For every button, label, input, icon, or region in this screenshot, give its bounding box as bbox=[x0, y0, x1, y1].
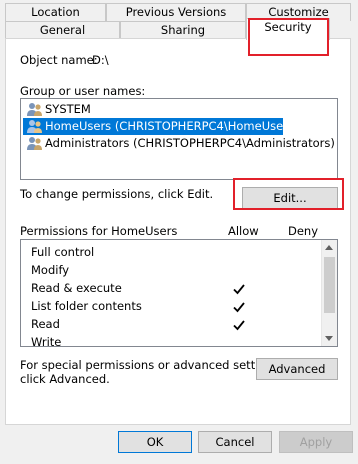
users-group-icon bbox=[27, 137, 42, 150]
list-item[interactable]: Administrators (CHRISTOPHERPC4\Administr… bbox=[23, 135, 335, 152]
tab-location[interactable]: Location bbox=[5, 3, 106, 21]
permission-row-write: Write bbox=[31, 335, 62, 347]
tab-sharing[interactable]: Sharing bbox=[120, 21, 246, 39]
tab-general-label: General bbox=[39, 23, 86, 37]
scroll-up-icon[interactable] bbox=[325, 245, 333, 250]
group-names-label: Group or user names: bbox=[20, 84, 146, 98]
list-item-label: HomeUsers (CHRISTOPHERPC4\HomeUsers) bbox=[45, 119, 299, 133]
object-name-value: D:\ bbox=[92, 53, 109, 67]
tab-sharing-label: Sharing bbox=[160, 23, 206, 37]
permission-row-read: Read bbox=[31, 317, 60, 331]
permissions-header: Permissions for HomeUsers bbox=[20, 224, 178, 238]
tab-security[interactable]: Security bbox=[246, 18, 330, 40]
list-item-label: Administrators (CHRISTOPHERPC4\Administr… bbox=[45, 136, 335, 150]
scroll-down-icon[interactable] bbox=[325, 336, 333, 341]
tab-security-label: Security bbox=[264, 20, 312, 34]
permissions-scrollbar[interactable] bbox=[321, 240, 337, 346]
permission-row-full-control: Full control bbox=[31, 245, 95, 259]
ok-button[interactable]: OK bbox=[118, 431, 192, 453]
permission-row-read-execute: Read & execute bbox=[31, 281, 122, 295]
users-group-icon bbox=[27, 120, 42, 133]
list-item[interactable]: HomeUsers (CHRISTOPHERPC4\HomeUsers) bbox=[23, 118, 298, 135]
security-panel: Object name: D:\ Group or user names: SY… bbox=[5, 38, 351, 425]
tab-customize-label: Customize bbox=[268, 5, 329, 19]
edit-button[interactable]: Edit... bbox=[242, 187, 338, 209]
cancel-button[interactable]: Cancel bbox=[198, 431, 272, 453]
scrollbar-thumb[interactable] bbox=[324, 257, 335, 313]
permissions-list[interactable]: Full control Modify Read & execute List … bbox=[20, 239, 338, 347]
users-group-icon bbox=[27, 103, 42, 116]
deny-column-header: Deny bbox=[288, 224, 319, 238]
check-icon bbox=[233, 320, 245, 331]
advanced-button[interactable]: Advanced bbox=[256, 358, 338, 380]
tab-previous-versions[interactable]: Previous Versions bbox=[106, 3, 246, 21]
check-icon bbox=[233, 284, 245, 295]
permission-row-list-folder-contents: List folder contents bbox=[31, 299, 142, 313]
list-item[interactable]: SYSTEM bbox=[23, 101, 335, 118]
advanced-text-line2: click Advanced. bbox=[20, 372, 110, 386]
allow-column-header: Allow bbox=[228, 224, 259, 238]
permission-row-modify: Modify bbox=[31, 263, 70, 277]
apply-button[interactable]: Apply bbox=[279, 431, 353, 453]
object-name-label: Object name: bbox=[20, 53, 98, 67]
tab-previous-versions-label: Previous Versions bbox=[125, 5, 227, 19]
advanced-text-line1: For special permissions or advanced sett… bbox=[20, 358, 283, 372]
group-user-list[interactable]: SYSTEM HomeUsers (CHRISTOPHERPC4\HomeUse… bbox=[20, 98, 338, 180]
tab-location-label: Location bbox=[31, 5, 80, 19]
tab-general[interactable]: General bbox=[5, 21, 120, 39]
change-permissions-text: To change permissions, click Edit. bbox=[20, 187, 214, 201]
check-icon bbox=[233, 302, 245, 313]
list-item-label: SYSTEM bbox=[45, 102, 91, 116]
